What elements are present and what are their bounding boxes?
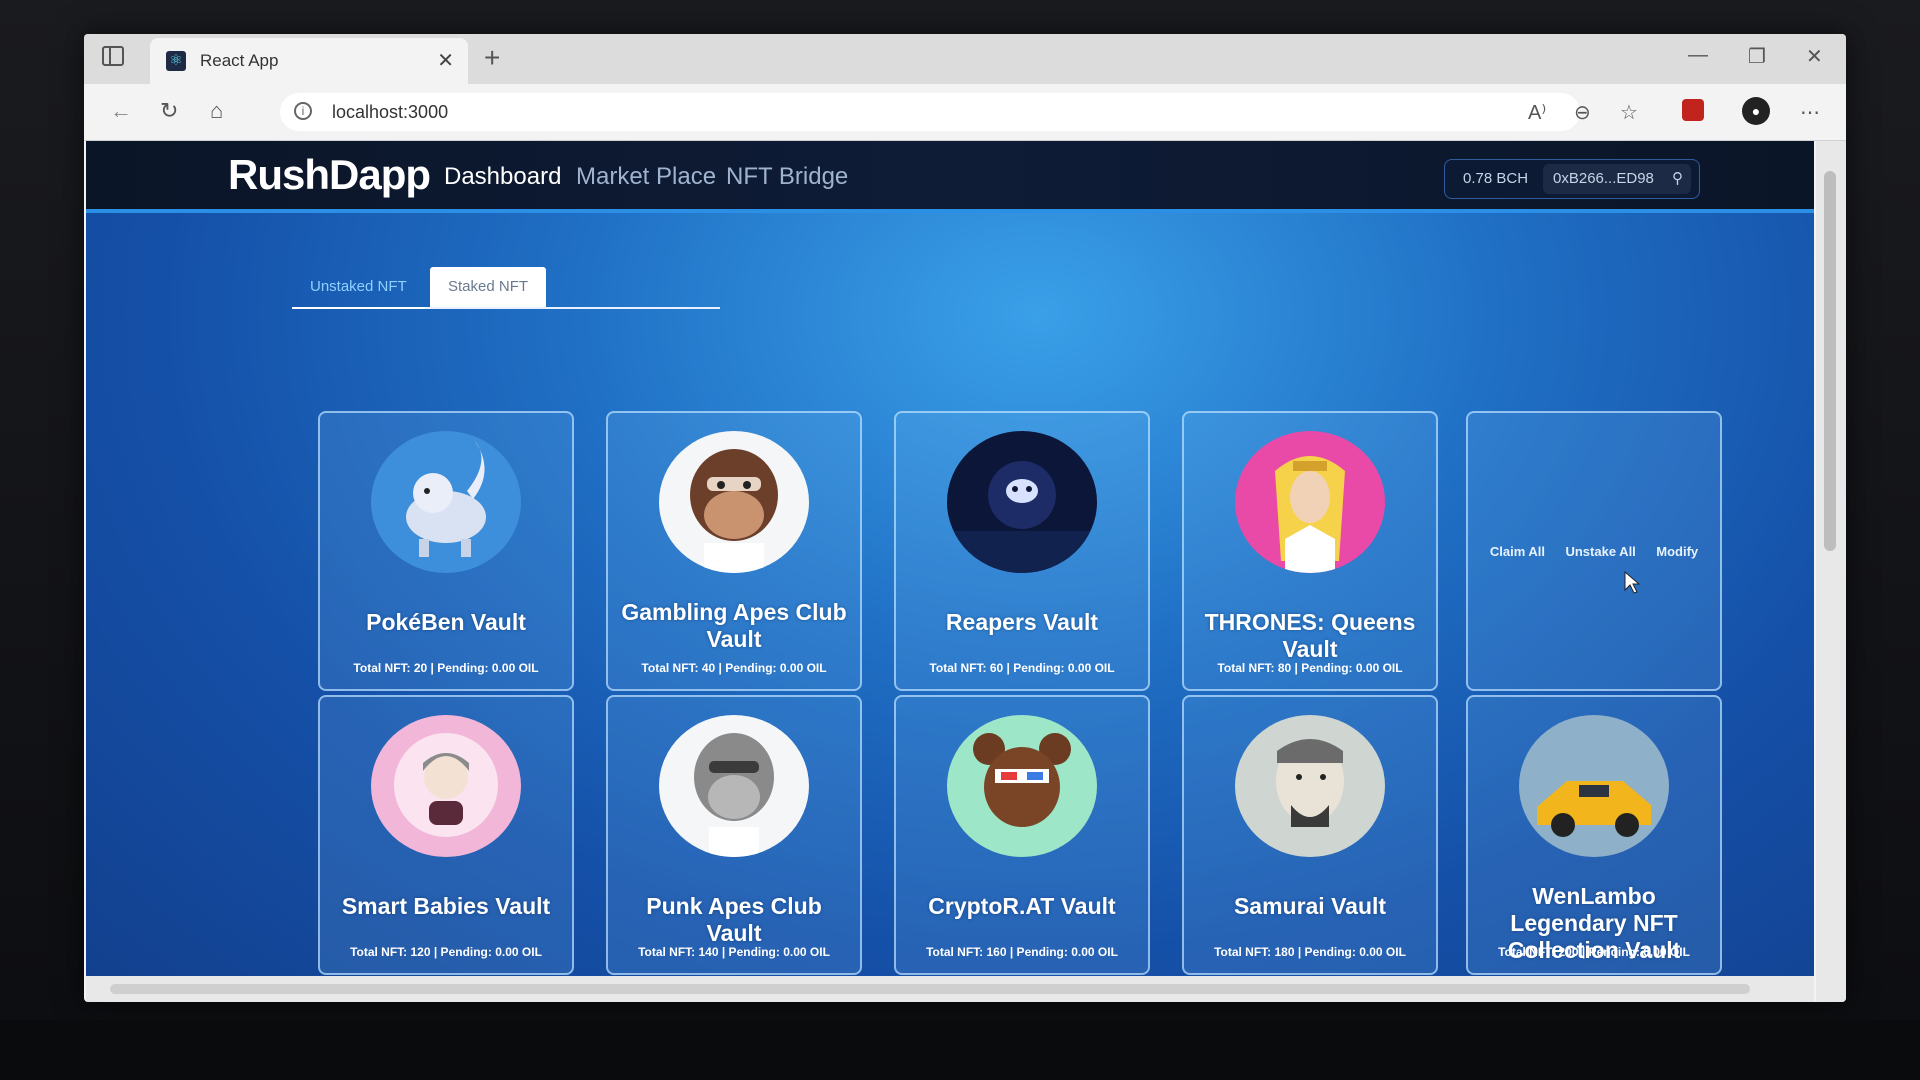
tab-unstaked-nft[interactable]: Unstaked NFT bbox=[292, 267, 425, 309]
vertical-scroll-thumb[interactable] bbox=[1824, 171, 1836, 551]
minimize-icon[interactable]: — bbox=[1688, 44, 1708, 67]
vault-stats: Total NFT: 180 | Pending: 0.00 OIL bbox=[1214, 945, 1406, 959]
app-header: RushDapp Dashboard Market Place NFT Brid… bbox=[86, 141, 1814, 213]
wallet-address-text: 0xB266...ED98 bbox=[1553, 170, 1654, 187]
more-icon[interactable]: ⋯ bbox=[1800, 100, 1820, 125]
back-arrow-icon[interactable]: ← bbox=[110, 98, 132, 124]
vault-title: Reapers Vault bbox=[945, 609, 1099, 635]
vault-title: CryptoR.AT Vault bbox=[928, 893, 1116, 919]
vault-stats: Total NFT: 200 | Pending: 0.00 OIL bbox=[1498, 945, 1690, 959]
vault-stats: Total NFT: 120 | Pending: 0.00 OIL bbox=[350, 945, 542, 959]
nft-tabs: Unstaked NFT Staked NFT bbox=[292, 263, 720, 309]
vault-avatar bbox=[659, 431, 809, 573]
vault-avatar bbox=[371, 715, 521, 857]
bulk-actions-card: Claim All Unstake All Modify bbox=[1466, 411, 1722, 691]
vault-title: THRONES: Queens Vault bbox=[1204, 609, 1416, 662]
vault-avatar bbox=[947, 715, 1097, 857]
vault-title: Smart Babies Vault bbox=[341, 893, 551, 919]
favorite-icon[interactable]: ☆ bbox=[1620, 100, 1638, 125]
vault-avatar bbox=[1235, 715, 1385, 857]
vault-title: Samurai Vault bbox=[1233, 893, 1387, 919]
url-text: localhost:3000 bbox=[332, 102, 449, 122]
vault-avatar bbox=[1519, 715, 1669, 857]
restore-icon[interactable]: ❐ bbox=[1748, 44, 1766, 69]
react-icon: ⚛ bbox=[166, 51, 186, 71]
tab-staked-nft[interactable]: Staked NFT bbox=[430, 267, 547, 307]
nav-nft-bridge[interactable]: NFT Bridge bbox=[726, 163, 848, 191]
nav-marketplace[interactable]: Market Place bbox=[576, 163, 716, 191]
monitor-bezel-bottom bbox=[0, 1020, 1920, 1080]
app-logo[interactable]: RushDapp bbox=[228, 151, 431, 199]
vault-stats: Total NFT: 40 | Pending: 0.00 OIL bbox=[641, 661, 827, 675]
zoom-out-icon[interactable]: ⊖ bbox=[1574, 100, 1591, 125]
vault-card[interactable]: Reapers Vault Total NFT: 60 | Pending: 0… bbox=[894, 411, 1150, 691]
sidebar-icon[interactable] bbox=[102, 46, 124, 66]
user-icon: ⚲ bbox=[1672, 170, 1683, 187]
vault-card[interactable]: Punk Apes Club Vault Total NFT: 140 | Pe… bbox=[606, 695, 862, 975]
bulk-actions: Claim All Unstake All Modify bbox=[1468, 543, 1720, 561]
close-icon[interactable]: ✕ bbox=[437, 48, 454, 73]
vault-card[interactable]: CryptoR.AT Vault Total NFT: 160 | Pendin… bbox=[894, 695, 1150, 975]
wallet-address[interactable]: 0xB266...ED98 ⚲ bbox=[1543, 164, 1691, 194]
vault-card[interactable]: PokéBen Vault Total NFT: 20 | Pending: 0… bbox=[318, 411, 574, 691]
page-viewport: RushDapp Dashboard Market Place NFT Brid… bbox=[86, 141, 1814, 1002]
refresh-icon[interactable]: ↻ bbox=[160, 98, 178, 124]
mouse-cursor-icon bbox=[1624, 571, 1640, 594]
read-aloud-icon[interactable]: A⁾ bbox=[1528, 100, 1546, 125]
browser-window: ⚛ React App ✕ + — ❐ ✕ ← ↻ ⌂ i localhost:… bbox=[84, 34, 1846, 1002]
vault-stats: Total NFT: 140 | Pending: 0.00 OIL bbox=[638, 945, 830, 959]
wallet-balance: 0.78 BCH bbox=[1463, 170, 1529, 187]
unstake-all-button[interactable]: Unstake All bbox=[1565, 544, 1635, 559]
vault-avatar bbox=[371, 431, 521, 573]
tab-strip: ⚛ React App ✕ + — ❐ ✕ bbox=[84, 34, 1846, 84]
browser-tab[interactable]: ⚛ React App ✕ bbox=[150, 38, 468, 84]
vault-card[interactable]: Gambling Apes Club Vault Total NFT: 40 |… bbox=[606, 411, 862, 691]
vertical-scrollbar[interactable] bbox=[1816, 141, 1846, 1002]
vault-stats: Total NFT: 160 | Pending: 0.00 OIL bbox=[926, 945, 1118, 959]
wallet-widget[interactable]: 0.78 BCH 0xB266...ED98 ⚲ bbox=[1444, 159, 1700, 199]
vault-stats: Total NFT: 80 | Pending: 0.00 OIL bbox=[1217, 661, 1403, 675]
vault-stats: Total NFT: 20 | Pending: 0.00 OIL bbox=[353, 661, 539, 675]
home-icon[interactable]: ⌂ bbox=[210, 98, 223, 124]
vault-avatar bbox=[947, 431, 1097, 573]
extension-icon[interactable] bbox=[1682, 99, 1704, 121]
tab-title: React App bbox=[200, 51, 279, 70]
nav-dashboard[interactable]: Dashboard bbox=[444, 163, 561, 191]
browser-toolbar: ← ↻ ⌂ i localhost:3000 A⁾ ⊖ ☆ ● ⋯ bbox=[84, 84, 1846, 141]
modify-button[interactable]: Modify bbox=[1656, 544, 1698, 559]
vault-stats: Total NFT: 60 | Pending: 0.00 OIL bbox=[929, 661, 1115, 675]
new-tab-icon[interactable]: + bbox=[484, 42, 500, 74]
vault-avatar bbox=[1235, 431, 1385, 573]
vault-card[interactable]: WenLambo Legendary NFT Collection Vault … bbox=[1466, 695, 1722, 975]
horizontal-scrollbar[interactable] bbox=[86, 976, 1814, 1002]
address-bar[interactable]: i localhost:3000 bbox=[280, 93, 1580, 131]
vault-card[interactable]: Samurai Vault Total NFT: 180 | Pending: … bbox=[1182, 695, 1438, 975]
vault-title: PokéBen Vault bbox=[366, 609, 526, 635]
window-close-icon[interactable]: ✕ bbox=[1806, 44, 1823, 69]
profile-icon[interactable]: ● bbox=[1742, 97, 1770, 125]
horizontal-scroll-thumb[interactable] bbox=[110, 984, 1750, 994]
info-icon[interactable]: i bbox=[294, 102, 312, 120]
claim-all-button[interactable]: Claim All bbox=[1490, 544, 1545, 559]
vault-avatar bbox=[659, 715, 809, 857]
vault-title: Gambling Apes Club Vault bbox=[621, 599, 847, 652]
vault-title: Punk Apes Club Vault bbox=[646, 893, 822, 946]
vault-card[interactable]: Smart Babies Vault Total NFT: 120 | Pend… bbox=[318, 695, 574, 975]
vault-card[interactable]: THRONES: Queens Vault Total NFT: 80 | Pe… bbox=[1182, 411, 1438, 691]
